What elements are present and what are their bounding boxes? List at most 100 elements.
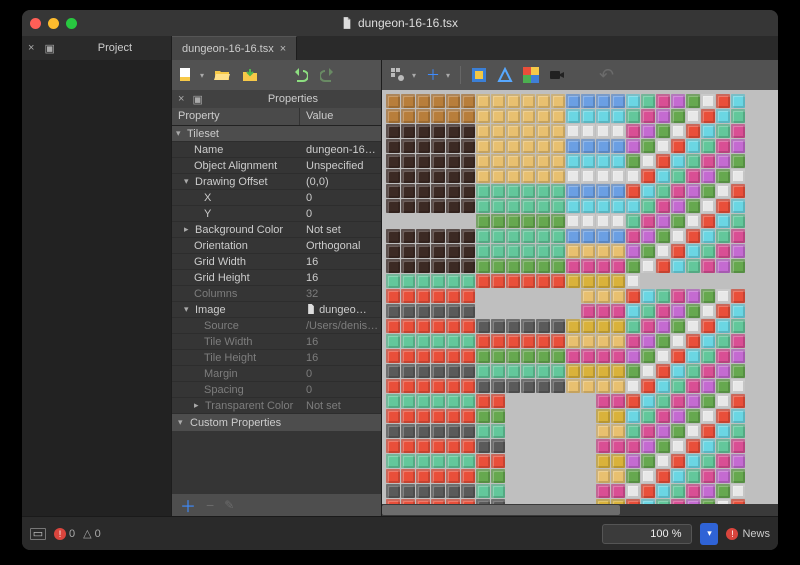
tile[interactable] [401,394,415,408]
tile[interactable] [536,214,550,228]
tile[interactable] [641,394,655,408]
tile[interactable] [581,439,595,453]
tile[interactable] [446,184,460,198]
tile[interactable] [401,214,415,228]
tile[interactable] [686,469,700,483]
tile[interactable] [671,229,685,243]
tile[interactable] [461,409,475,423]
tile[interactable] [701,124,715,138]
tile[interactable] [656,379,670,393]
tile[interactable] [656,229,670,243]
tile[interactable] [701,229,715,243]
tile[interactable] [521,364,535,378]
tile[interactable] [401,349,415,363]
tile[interactable] [416,289,430,303]
tile[interactable] [536,124,550,138]
tile[interactable] [716,484,730,498]
tile[interactable] [521,274,535,288]
tile[interactable] [521,439,535,453]
tile[interactable] [701,469,715,483]
tile[interactable] [716,424,730,438]
tile[interactable] [626,364,640,378]
tile[interactable] [521,379,535,393]
tile[interactable] [641,454,655,468]
tile[interactable] [491,109,505,123]
tile[interactable] [536,154,550,168]
save-file-button[interactable] [240,65,260,85]
tile[interactable] [506,319,520,333]
tile[interactable] [566,469,580,483]
news-button[interactable]: ! News [726,528,770,540]
tile[interactable] [431,109,445,123]
tile[interactable] [401,364,415,378]
tile[interactable] [521,424,535,438]
tile[interactable] [536,454,550,468]
tile[interactable] [491,424,505,438]
tile[interactable] [626,274,640,288]
tile[interactable] [671,484,685,498]
tile[interactable] [461,394,475,408]
tile[interactable] [461,214,475,228]
tile[interactable] [506,229,520,243]
tile[interactable] [701,214,715,228]
tile[interactable] [716,199,730,213]
tile[interactable] [491,469,505,483]
tile[interactable] [701,184,715,198]
tile[interactable] [671,259,685,273]
tile[interactable] [716,364,730,378]
prop-drawoffset-label[interactable]: Drawing Offset [195,176,268,188]
tile[interactable] [521,469,535,483]
tile[interactable] [611,184,625,198]
tile[interactable] [476,214,490,228]
close-window-button[interactable] [30,18,41,29]
tile[interactable] [731,394,745,408]
tile[interactable] [701,454,715,468]
tile[interactable] [461,199,475,213]
tile[interactable] [431,349,445,363]
tile[interactable] [431,334,445,348]
tile[interactable] [491,94,505,108]
tile[interactable] [521,199,535,213]
tile[interactable] [476,304,490,318]
tile[interactable] [611,469,625,483]
tile[interactable] [416,424,430,438]
prop-bgcolor-label[interactable]: Background Color [195,224,283,236]
tile[interactable] [431,274,445,288]
tile[interactable] [701,364,715,378]
tile[interactable] [536,349,550,363]
tile[interactable] [446,319,460,333]
tile[interactable] [581,139,595,153]
tile[interactable] [551,409,565,423]
tile[interactable] [551,394,565,408]
tile[interactable] [581,454,595,468]
tile[interactable] [731,349,745,363]
tile[interactable] [566,394,580,408]
tile[interactable] [581,289,595,303]
tile[interactable] [446,109,460,123]
tile[interactable] [536,334,550,348]
tile[interactable] [626,454,640,468]
tile[interactable] [686,319,700,333]
tile[interactable] [731,154,745,168]
tile[interactable] [521,319,535,333]
tile[interactable] [641,364,655,378]
tile[interactable] [656,454,670,468]
tile[interactable] [686,94,700,108]
tile[interactable] [551,439,565,453]
tile[interactable] [641,409,655,423]
tile[interactable] [401,484,415,498]
tile[interactable] [506,409,520,423]
tile[interactable] [611,379,625,393]
tile[interactable] [536,469,550,483]
tile[interactable] [596,319,610,333]
tile[interactable] [401,139,415,153]
tile[interactable] [656,214,670,228]
tile[interactable] [566,484,580,498]
tile[interactable] [446,439,460,453]
prop-image-label[interactable]: Image [195,304,226,316]
tile[interactable] [461,154,475,168]
tile[interactable] [461,439,475,453]
tile[interactable] [626,379,640,393]
tile[interactable] [731,124,745,138]
tile[interactable] [521,214,535,228]
